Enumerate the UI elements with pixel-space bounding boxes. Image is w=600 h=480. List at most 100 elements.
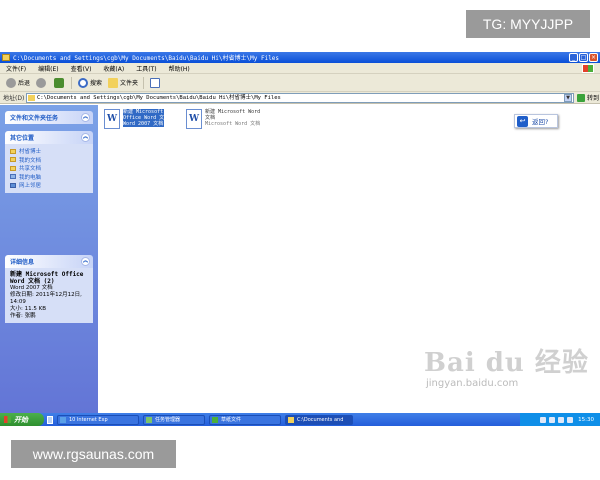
address-dropdown-button[interactable]: ▼ [564,94,572,102]
toolbar-separator [71,76,73,89]
search-label: 搜索 [90,80,103,87]
place-label: 共享文档 [19,166,42,173]
tray-icon[interactable] [540,416,547,423]
other-places-header[interactable]: 其它位置 ︽ [5,131,93,144]
menu-bar: 文件(F) 编辑(E) 查看(V) 收藏(A) 工具(T) 帮助(H) [0,63,600,74]
tray-icon[interactable] [549,416,556,423]
start-button[interactable]: 开始 [0,413,44,426]
return-label: 返回? [532,118,549,126]
start-label: 开始 [14,415,28,424]
taskbar-item-browser[interactable]: 10 Internet Exp [57,414,139,425]
computer-icon [10,174,16,180]
address-path: C:\Documents and Settings\cgb\My Documen… [37,95,281,101]
details-title: 详细信息 [10,259,35,266]
windows-logo-icon [582,64,594,73]
maximize-button[interactable]: □ [579,53,588,62]
window-controls: _ □ × [569,53,598,62]
file-tasks-header[interactable]: 文件和文件夹任务 ︽ [5,111,93,124]
close-button[interactable]: × [589,53,598,62]
file-view: 新建 Microsoft Office Word 文 Word 2007 文档 … [98,105,600,413]
up-button[interactable] [54,77,66,88]
taskbar-item-taskmgr[interactable]: 任务管理器 [143,414,205,425]
folders-label: 文件夹 [120,80,139,87]
task-label: 10 Internet Exp [69,416,108,423]
file-type-line: Microsoft Word 文档 [205,121,261,127]
collapse-chevron-icon[interactable]: ︽ [81,133,90,142]
details-filename: 新建 Microsoft Office Word 文档 (2) [10,271,84,285]
file-tasks-panel: 文件和文件夹任务 ︽ [5,111,93,124]
details-body: 新建 Microsoft Office Word 文档 (2) Word 200… [5,268,93,323]
menu-favorites[interactable]: 收藏(A) [103,64,124,73]
details-header[interactable]: 详细信息 ︽ [5,255,93,268]
folders-button[interactable]: 文件夹 [108,77,139,88]
forward-arrow-icon [36,77,47,88]
back-label: 后退 [18,80,31,87]
windows-flag-icon [4,416,11,423]
address-input[interactable]: C:\Documents and Settings\cgb\My Documen… [26,93,574,103]
file-item[interactable]: 新建 Microsoft Word 文档 Microsoft Word 文档 [186,109,260,129]
window-titlebar[interactable]: C:\Documents and Settings\cgb\My Documen… [0,52,600,63]
tray-icon[interactable] [558,416,565,423]
place-link[interactable]: 共享文档 [10,164,88,173]
watermark-top: TG: MYYJJPP [466,10,590,38]
quicklaunch-icon[interactable] [47,415,53,424]
go-button[interactable]: 转到 [577,93,599,102]
window-title: C:\Documents and Settings\cgb\My Documen… [13,55,280,62]
explorer-screen: C:\Documents and Settings\cgb\My Documen… [0,52,600,426]
return-arrow-icon: ↩ [517,115,528,127]
minimize-button[interactable]: _ [569,53,578,62]
clock: 15:30 [578,416,594,423]
place-link[interactable]: 我的电脑 [10,173,88,182]
baidu-watermark-logo: Bai du 经验 [424,348,589,378]
menu-help[interactable]: 帮助(H) [169,64,190,73]
notes-icon [212,416,218,423]
folder-icon [10,148,16,154]
folder-icon [2,54,10,61]
place-link[interactable]: 网上邻居 [10,181,88,190]
file-label: 新建 Microsoft Word 文档 Microsoft Word 文档 [205,109,260,127]
folder-icon [10,165,16,171]
back-button[interactable]: 后退 [6,77,31,88]
toolbar: 后退 搜索 文件夹 [0,74,600,92]
menu-view[interactable]: 查看(V) [71,64,92,73]
place-link[interactable]: 村省博士 [10,147,88,156]
browser-icon [60,416,66,423]
views-button[interactable] [150,77,162,88]
menu-file[interactable]: 文件(F) [6,64,26,73]
file-tasks-title: 文件和文件夹任务 [10,115,59,122]
forward-button[interactable] [36,77,48,88]
details-size: 大小: 11.5 KB [10,306,46,312]
file-type-line: Word 2007 文档 [123,121,165,127]
file-item[interactable]: 新建 Microsoft Office Word 文 Word 2007 文档 [104,109,165,129]
menu-tools[interactable]: 工具(T) [136,64,156,73]
baidu-watermark-url: jingyan.baidu.com [426,378,519,389]
views-icon [150,77,161,88]
taskbar-item-notes[interactable]: 草纸文件 [209,414,281,425]
tray-icon[interactable] [567,416,574,423]
taskbar: 开始 10 Internet Exp 任务管理器 草纸文件 C:\Documen… [0,413,600,426]
folder-icon [10,157,16,163]
file-label: 新建 Microsoft Office Word 文 Word 2007 文档 [123,109,165,127]
search-button[interactable]: 搜索 [78,77,103,88]
collapse-chevron-icon[interactable]: ︽ [81,257,90,266]
go-arrow-icon [577,93,585,102]
folders-icon [108,77,119,88]
collapse-chevron-icon[interactable]: ︽ [81,113,90,122]
place-link[interactable]: 我的文档 [10,156,88,165]
other-places-list: 村省博士 我的文档 共享文档 我的电脑 网上邻居 [5,144,93,193]
place-label: 村省博士 [19,149,42,156]
menu-edit[interactable]: 编辑(E) [38,64,58,73]
word-document-icon [104,109,120,129]
return-button[interactable]: ↩ 返回? [514,114,558,128]
system-tray: 15:30 [520,413,600,426]
address-bar: 地址(D) C:\Documents and Settings\cgb\My D… [0,92,600,104]
details-author: 作者: 张鹏 [10,313,36,319]
details-panel: 详细信息 ︽ 新建 Microsoft Office Word 文档 (2) W… [5,255,93,323]
task-pane: 文件和文件夹任务 ︽ 其它位置 ︽ 村省博士 我的文档 共享文档 我的电脑 网上… [0,105,98,413]
taskbar-item-explorer[interactable]: C:\Documents and [285,414,353,425]
word-document-icon [186,109,202,129]
details-type: Word 2007 文档 [10,285,53,291]
task-manager-icon [146,416,152,423]
address-label: 地址(D) [3,95,25,102]
task-label: 任务管理器 [155,417,181,423]
